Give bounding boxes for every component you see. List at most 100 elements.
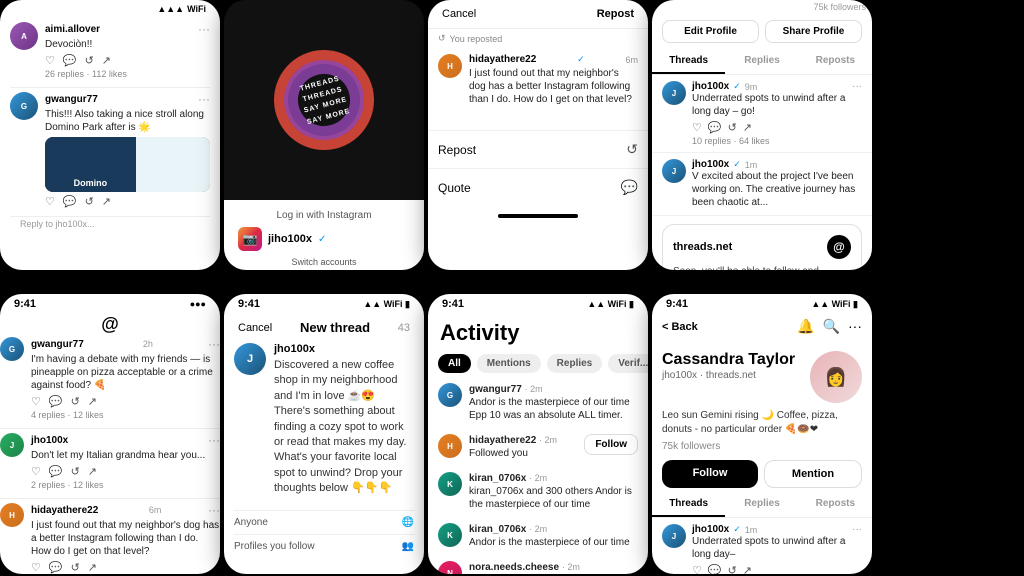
avatar: K bbox=[438, 523, 462, 547]
threads-icon: @ bbox=[827, 235, 851, 259]
more-icon[interactable]: ··· bbox=[198, 92, 210, 106]
compose-title: New thread bbox=[300, 320, 370, 335]
post-username: aimi.allover bbox=[45, 24, 100, 35]
threads-logo-header: @ bbox=[0, 312, 220, 337]
compose-text[interactable]: Discovered a new coffee shop in my neigh… bbox=[274, 358, 414, 497]
fediverse-card: threads.net @ Soon, you'll be able to fo… bbox=[662, 224, 862, 270]
verified-badge: ✓ bbox=[577, 54, 585, 65]
login-user[interactable]: 📷 jiho100x ✓ bbox=[238, 227, 410, 251]
comment-icon[interactable]: 💬 bbox=[708, 564, 722, 574]
feed-content-1: A aimi.allover ··· Devociòn!! ♡ 💬 ↺ ↗ 26… bbox=[0, 16, 220, 237]
profile-info: Cassandra Taylor jho100x · threads.net 👩… bbox=[652, 341, 872, 456]
repost-confirm-button[interactable]: Repost bbox=[597, 8, 634, 20]
activity-item: N nora.needs.cheese · 2m Andor is the ma… bbox=[428, 555, 648, 574]
compose-footer: Anyone 🌐 Profiles you follow 👥 bbox=[224, 510, 424, 558]
quote-option[interactable]: Quote 💬 bbox=[428, 168, 648, 206]
tab-reposts[interactable]: Reposts bbox=[799, 492, 872, 517]
switch-accounts[interactable]: Switch accounts bbox=[238, 257, 410, 267]
verified-badge: ✓ bbox=[318, 234, 326, 245]
repost-icon[interactable]: ↺ bbox=[728, 564, 737, 574]
threads-logo-text: @ bbox=[101, 314, 119, 335]
tab-replies[interactable]: Replies bbox=[725, 49, 798, 74]
like-icon[interactable]: ♡ bbox=[692, 121, 702, 134]
activity-item: H hidayathere22 · 2m Followed you Follow bbox=[428, 428, 648, 466]
tab-replies[interactable]: Replies bbox=[725, 492, 798, 517]
repost-icon[interactable]: ↺ bbox=[728, 121, 737, 134]
comment-icon[interactable]: 💬 bbox=[49, 561, 63, 574]
share-profile-button[interactable]: Share Profile bbox=[765, 20, 862, 43]
tab-threads[interactable]: Threads bbox=[652, 49, 725, 74]
login-text: Log in with Instagram bbox=[238, 210, 410, 221]
more-icon[interactable]: ··· bbox=[208, 503, 220, 517]
share-icon[interactable]: ↗ bbox=[88, 561, 97, 574]
search-icon[interactable]: 🔍 bbox=[823, 318, 840, 335]
tab-reposts[interactable]: Reposts bbox=[799, 49, 872, 74]
more-icon[interactable]: ··· bbox=[198, 22, 210, 36]
repost-icon[interactable]: ↺ bbox=[85, 195, 94, 208]
feed-content-5: G gwangur77 2h ··· I'm having a debate w… bbox=[0, 337, 220, 574]
mention-button[interactable]: Mention bbox=[764, 460, 862, 488]
reply-bar[interactable]: Reply to jho100x... bbox=[10, 216, 210, 231]
tab-mentions[interactable]: Mentions bbox=[477, 354, 541, 373]
audience-profiles[interactable]: Profiles you follow 👥 bbox=[234, 534, 414, 558]
post-text: I'm having a debate with my friends — is… bbox=[31, 353, 220, 392]
repost-icon[interactable]: ↺ bbox=[71, 465, 80, 478]
tab-replies[interactable]: Replies bbox=[547, 354, 603, 373]
repost-icon[interactable]: ↺ bbox=[71, 395, 80, 408]
audience-anyone[interactable]: Anyone 🌐 bbox=[234, 510, 414, 534]
like-icon[interactable]: ♡ bbox=[31, 465, 41, 478]
compose-header: Cancel New thread 43 bbox=[224, 312, 424, 343]
share-icon[interactable]: ↗ bbox=[88, 395, 97, 408]
like-icon[interactable]: ♡ bbox=[45, 54, 55, 67]
login-username: jiho100x bbox=[268, 233, 312, 245]
fedi-description: Soon, you'll be able to follow and inter… bbox=[673, 265, 851, 270]
share-icon[interactable]: ↗ bbox=[102, 54, 111, 67]
more-icon[interactable]: ··· bbox=[208, 433, 220, 447]
activity-title: Activity bbox=[428, 312, 648, 350]
cancel-button[interactable]: Cancel bbox=[442, 8, 476, 20]
like-icon[interactable]: ♡ bbox=[31, 561, 41, 574]
repost-icon[interactable]: ↺ bbox=[85, 54, 94, 67]
share-icon[interactable]: ↗ bbox=[102, 195, 111, 208]
like-icon[interactable]: ♡ bbox=[45, 195, 55, 208]
instagram-icon: 📷 bbox=[238, 227, 262, 251]
tab-threads[interactable]: Threads bbox=[652, 492, 725, 517]
more-icon[interactable]: ··· bbox=[852, 81, 862, 92]
comment-icon[interactable]: 💬 bbox=[63, 195, 77, 208]
follow-button[interactable]: Follow bbox=[584, 434, 638, 455]
like-icon[interactable]: ♡ bbox=[692, 564, 702, 574]
char-count: 43 bbox=[398, 322, 410, 334]
notification-icon[interactable]: 🔔 bbox=[797, 318, 814, 335]
logo-container: THREADSTHREADSSAY MORESAY MORE bbox=[224, 0, 424, 200]
more-icon[interactable]: ··· bbox=[852, 524, 862, 535]
tab-verified[interactable]: Verif... bbox=[608, 354, 648, 373]
comment-icon[interactable]: 💬 bbox=[49, 465, 63, 478]
share-icon[interactable]: ↗ bbox=[88, 465, 97, 478]
repost-post-content: H hidayathere22 ✓ 6m I just found out th… bbox=[428, 48, 648, 122]
tab-all[interactable]: All bbox=[438, 354, 471, 373]
back-button[interactable]: < Back bbox=[662, 321, 698, 333]
post-text: I just found out that my neighbor's dog … bbox=[31, 519, 220, 558]
compose-username: jho100x bbox=[274, 343, 414, 355]
share-icon[interactable]: ↗ bbox=[743, 564, 752, 574]
edit-profile-button[interactable]: Edit Profile bbox=[662, 20, 759, 43]
repost-icon[interactable]: ↺ bbox=[71, 561, 80, 574]
avatar: K bbox=[438, 472, 462, 496]
cancel-button[interactable]: Cancel bbox=[238, 322, 272, 334]
more-icon[interactable]: ··· bbox=[208, 337, 220, 351]
profile-nav-icons: 🔔 🔍 ··· bbox=[797, 318, 862, 335]
like-icon[interactable]: ♡ bbox=[31, 395, 41, 408]
repost-option[interactable]: Repost ↺ bbox=[428, 130, 648, 168]
comment-icon[interactable]: 💬 bbox=[708, 121, 722, 134]
verified-badge: ✓ bbox=[733, 159, 741, 170]
share-icon[interactable]: ↗ bbox=[743, 121, 752, 134]
post-username: hidayathere22 bbox=[469, 54, 536, 65]
more-icon[interactable]: ··· bbox=[848, 318, 862, 335]
post-text: Underrated spots to unwind after a long … bbox=[692, 92, 862, 118]
post-text: Don't let my Italian grandma hear you... bbox=[31, 449, 220, 462]
thread-post: H hidayathere22 6m ··· I just found out … bbox=[0, 503, 220, 574]
comment-icon[interactable]: 💬 bbox=[49, 395, 63, 408]
follow-button[interactable]: Follow bbox=[662, 460, 758, 488]
comment-icon[interactable]: 💬 bbox=[63, 54, 77, 67]
post-username: gwangur77 bbox=[31, 339, 84, 350]
